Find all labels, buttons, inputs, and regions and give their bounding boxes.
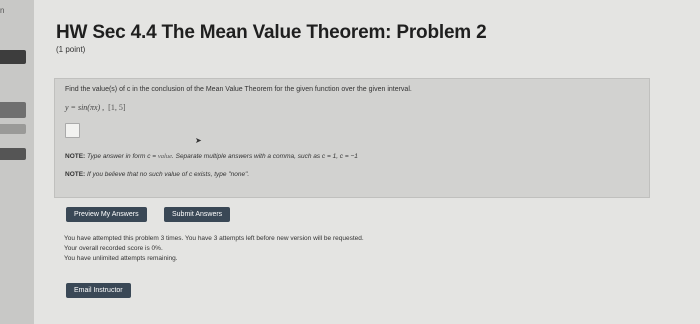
equation-interval: [1, 5]: [108, 103, 126, 112]
page-title: HW Sec 4.4 The Mean Value Theorem: Probl…: [56, 22, 487, 43]
note-answer-format: NOTE: Type answer in form c = value. Sep…: [65, 153, 358, 160]
status-score: Your overall recorded score is 0%.: [64, 245, 163, 252]
points-label: (1 point): [56, 45, 86, 54]
submit-answers-button[interactable]: Submit Answers: [164, 207, 231, 222]
status-remaining: You have unlimited attempts remaining.: [64, 255, 178, 262]
sidebar-mark: n: [0, 6, 5, 15]
sidebar-button-3[interactable]: [0, 124, 26, 134]
left-sidebar: n: [0, 0, 34, 324]
attempt-status: You have attempted this problem 3 times.…: [64, 234, 364, 264]
note1-value: value: [157, 153, 172, 160]
mouse-cursor-icon: ➤: [195, 136, 202, 145]
sidebar-button-1[interactable]: [0, 50, 26, 64]
note1-text: Type answer in form c =: [87, 153, 158, 160]
note2-label: NOTE:: [65, 171, 86, 178]
preview-answers-button[interactable]: Preview My Answers: [66, 207, 147, 222]
equation-function: y = sin(πx): [65, 103, 101, 112]
problem-equation: y = sin(πx), [1, 5]: [65, 103, 126, 112]
sidebar-button-2[interactable]: [0, 102, 26, 118]
answer-input[interactable]: [65, 123, 80, 138]
problem-instructions: Find the value(s) of c in the conclusion…: [65, 86, 412, 93]
email-instructor-button[interactable]: Email Instructor: [66, 283, 131, 298]
problem-box: Find the value(s) of c in the conclusion…: [54, 78, 650, 198]
sidebar-button-4[interactable]: [0, 148, 26, 160]
problem-page: HW Sec 4.4 The Mean Value Theorem: Probl…: [34, 0, 700, 324]
status-attempts: You have attempted this problem 3 times.…: [64, 235, 364, 242]
note1-rest: . Separate multiple answers with a comma…: [172, 153, 358, 160]
note2-text: If you believe that no such value of c e…: [87, 171, 250, 178]
note1-label: NOTE:: [65, 153, 86, 160]
note-none-option: NOTE: If you believe that no such value …: [65, 171, 249, 178]
equation-separator: ,: [102, 103, 105, 112]
